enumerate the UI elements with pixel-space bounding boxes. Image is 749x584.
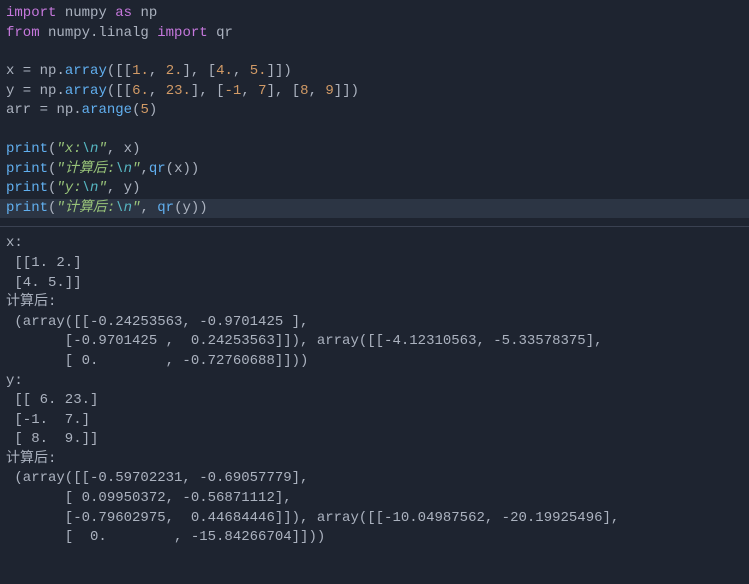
print-call: print [6, 141, 48, 157]
keyword-import: import [157, 25, 207, 41]
output-line: x: [6, 234, 743, 254]
output-line: y: [6, 372, 743, 392]
code-line-10: print("y:\n", y) [6, 179, 743, 199]
module-name: numpy [65, 5, 107, 21]
output-line: [[1. 2.] [6, 254, 743, 274]
code-line-4: x = np.array([[1., 2.], [4., 5.]]) [6, 62, 743, 82]
code-line-6: arr = np.arange(5) [6, 101, 743, 121]
code-line-11-highlighted: print("计算后:\n", qr(y)) [0, 199, 749, 219]
output-line: [ 0. , -15.84266704]])) [6, 528, 743, 548]
output-line: (array([[-0.59702231, -0.69057779], [6, 469, 743, 489]
module-name: numpy.linalg [48, 25, 149, 41]
output-line: [ 0.09950372, -0.56871112], [6, 489, 743, 509]
code-line-blank [6, 43, 743, 62]
output-panel[interactable]: x: [[1. 2.] [4. 5.]] 计算后: (array([[-0.24… [0, 232, 749, 550]
code-line-9: print("计算后:\n",qr(x)) [6, 160, 743, 180]
print-call: print [6, 180, 48, 196]
function-call: arange [82, 102, 132, 118]
output-line: [-0.9701425 , 0.24253563]]), array([[-4.… [6, 332, 743, 352]
code-line-2: from numpy.linalg import qr [6, 24, 743, 44]
output-line: (array([[-0.24253563, -0.9701425 ], [6, 313, 743, 333]
output-line: [ 0. , -0.72760688]])) [6, 352, 743, 372]
import-name: qr [216, 25, 233, 41]
output-line: 计算后: [6, 450, 743, 470]
code-editor[interactable]: import numpy as np from numpy.linalg imp… [0, 0, 749, 222]
output-line: [-1. 7.] [6, 411, 743, 431]
keyword-from: from [6, 25, 40, 41]
function-call: array [65, 83, 107, 99]
keyword-as: as [115, 5, 132, 21]
print-call: print [6, 200, 48, 216]
keyword-import: import [6, 5, 56, 21]
code-line-5: y = np.array([[6., 23.], [-1, 7], [8, 9]… [6, 82, 743, 102]
alias: np [140, 5, 157, 21]
print-call: print [6, 161, 48, 177]
output-line: [4. 5.]] [6, 274, 743, 294]
output-line: [ 8. 9.]] [6, 430, 743, 450]
code-line-1: import numpy as np [6, 4, 743, 24]
output-line: [[ 6. 23.] [6, 391, 743, 411]
output-line: [-0.79602975, 0.44684446]]), array([[-10… [6, 509, 743, 529]
function-call: array [65, 63, 107, 79]
variable: arr [6, 102, 31, 118]
code-line-8: print("x:\n", x) [6, 140, 743, 160]
code-line-blank [6, 121, 743, 140]
assign-op: = [14, 63, 39, 79]
output-line: 计算后: [6, 293, 743, 313]
